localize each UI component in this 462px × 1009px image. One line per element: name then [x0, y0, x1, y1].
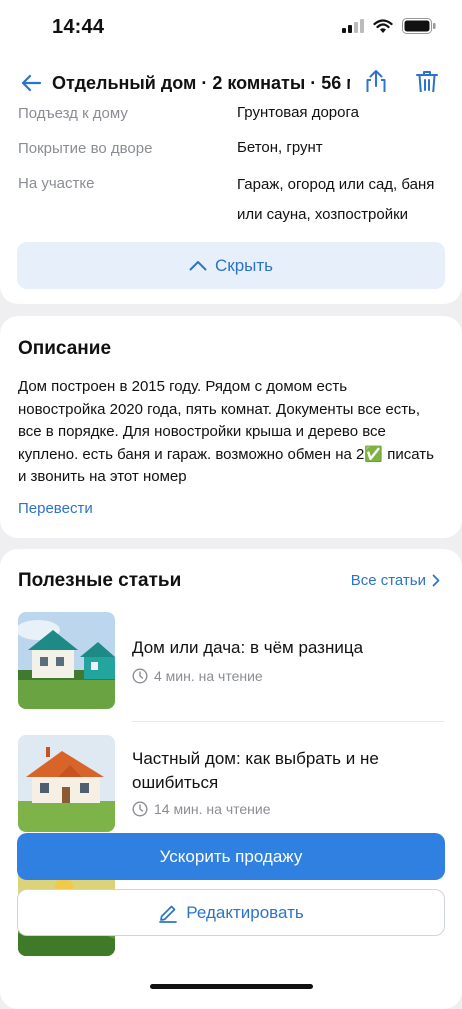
- status-time: 14:44: [52, 16, 105, 38]
- detail-value: Грунтовая дорога: [237, 104, 359, 121]
- description-card: Описание Дом построен в 2015 году. Рядом…: [0, 316, 462, 538]
- detail-label: Подъезд к дому: [18, 105, 128, 122]
- pencil-icon: [159, 905, 178, 923]
- translate-link[interactable]: Перевести: [18, 500, 93, 517]
- description-text: Дом построен в 2015 году. Рядом с домом …: [18, 378, 434, 486]
- articles-title: Полезные статьи: [18, 570, 182, 591]
- article-item[interactable]: Дом или дача: в чём разница 4 мин. на чт…: [18, 612, 448, 709]
- home-indicator: [150, 984, 313, 989]
- articles-card: Полезные статьи Все статьи Дом или дача:…: [0, 549, 462, 1009]
- details-card: Подъезд к дому Грунтовая дорога Покрытие…: [0, 92, 462, 304]
- detail-value: Гараж, огород или сад, баня или сауна, х…: [237, 176, 435, 223]
- article-thumbnail: [18, 735, 115, 832]
- edit-button[interactable]: Редактировать: [17, 889, 445, 936]
- detail-label: Покрытие во дворе: [18, 140, 153, 157]
- description-title: Описание: [18, 338, 112, 359]
- clock-icon: [132, 801, 148, 817]
- chevron-up-icon: [189, 261, 207, 271]
- boost-sale-button[interactable]: Ускорить продажу: [17, 833, 445, 880]
- article-title: Частный дом: как выбрать и не ошибиться: [132, 749, 379, 792]
- wifi-icon: [373, 18, 393, 33]
- detail-label: На участке: [18, 175, 95, 192]
- detail-value: Бетон, грунт: [237, 139, 323, 156]
- hide-button-label: Скрыть: [214, 255, 274, 275]
- all-articles-link[interactable]: Все статьи: [351, 572, 440, 589]
- article-item[interactable]: Частный дом: как выбрать и не ошибиться …: [18, 735, 448, 832]
- article-thumbnail: [18, 612, 115, 709]
- chevron-right-icon: [432, 574, 440, 587]
- all-articles-label: Все статьи: [350, 572, 426, 589]
- status-bar: 14:44: [0, 0, 462, 56]
- signal-icon: [342, 19, 364, 33]
- back-arrow-icon[interactable]: [20, 72, 42, 94]
- article-meta: 14 мин. на чтение: [132, 801, 271, 817]
- article-meta: 4 мин. на чтение: [132, 668, 263, 684]
- status-icons: [342, 18, 436, 34]
- page-title: Отдельный дом · 2 комнаты · 56 м...: [52, 73, 350, 93]
- article-divider: [132, 721, 444, 722]
- edit-button-label: Редактировать: [186, 902, 304, 922]
- article-read-time: 14 мин. на чтение: [154, 801, 271, 817]
- hide-button[interactable]: Скрыть: [17, 242, 445, 289]
- article-title: Дом или дача: в чём разница: [132, 638, 364, 657]
- clock-icon: [132, 668, 148, 684]
- battery-icon: [402, 18, 436, 34]
- article-read-time: 4 мин. на чтение: [154, 668, 263, 684]
